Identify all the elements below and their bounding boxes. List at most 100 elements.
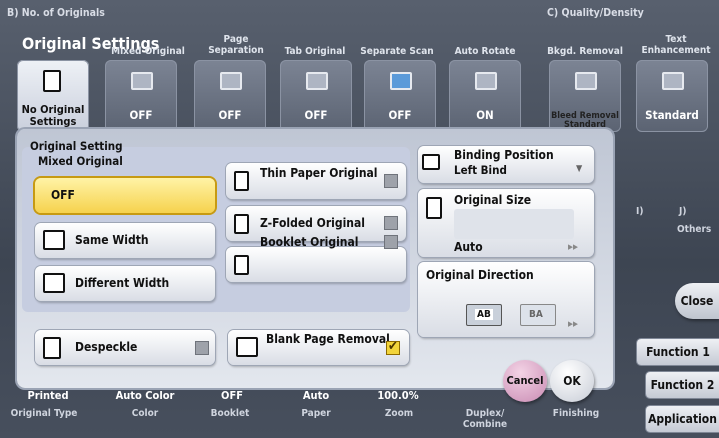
- text-enhancement-button[interactable]: Standard: [636, 60, 708, 132]
- text-enhancement-value: Standard: [645, 108, 699, 122]
- original-type-value: Printed: [27, 389, 69, 402]
- tab-original-header: Tab Original: [284, 46, 346, 57]
- auto-rotate-icon: [475, 72, 497, 90]
- booklet-original-button[interactable]: Booklet Original: [226, 235, 406, 282]
- blank-page-removal-checkbox[interactable]: ✔: [386, 339, 400, 355]
- bkgd-removal-header: Bkgd. Removal: [547, 46, 623, 57]
- mixed-off-button[interactable]: OFF: [35, 178, 215, 213]
- zoom-label: Zoom: [384, 408, 414, 419]
- document-icon: [43, 70, 61, 92]
- original-size-icon: [426, 197, 442, 219]
- original-size-value: Auto: [454, 240, 483, 254]
- no-original-settings-button[interactable]: No Original Settings: [17, 60, 89, 132]
- color-value: Auto Color: [115, 389, 175, 402]
- text-enhancement-icon: [662, 72, 684, 90]
- color-label: Color: [131, 408, 159, 419]
- auto-rotate-button[interactable]: ON: [449, 60, 521, 132]
- original-size-button[interactable]: Original Size Auto ▸▸: [418, 189, 594, 257]
- binding-position-label: Binding Position: [454, 148, 554, 162]
- no-original-settings-label: No Original Settings: [21, 103, 85, 128]
- tab-page-icon: [306, 72, 328, 90]
- separate-scan-header: Separate Scan: [360, 46, 434, 57]
- function1-tab[interactable]: Function 1: [637, 339, 719, 365]
- separate-scan-icon: [390, 72, 412, 90]
- binding-position-button[interactable]: Binding Position Left Bind ▼: [418, 146, 594, 183]
- booklet-original-label: Booklet Original: [260, 235, 359, 249]
- auto-rotate-value: ON: [476, 108, 494, 122]
- z-folded-label: Z-Folded Original: [260, 216, 365, 230]
- despeckle-checkbox[interactable]: [195, 341, 209, 355]
- zoom-value: 100.0%: [377, 389, 419, 402]
- others-label: Others: [677, 224, 712, 235]
- bkgd-removal-button[interactable]: Bleed Removal Standard: [549, 60, 621, 132]
- duplex-combine-label: Duplex/ Combine: [462, 408, 508, 430]
- blank-page-removal-label: Blank Page Removal: [266, 332, 390, 346]
- mixed-original-label: Mixed Original: [38, 154, 123, 168]
- section-c-header: C) Quality/Density: [547, 7, 644, 19]
- ok-button[interactable]: OK: [550, 360, 594, 402]
- thin-paper-checkbox[interactable]: [384, 174, 398, 188]
- paper-label: Paper: [301, 408, 331, 419]
- different-width-button[interactable]: Different Width: [35, 266, 215, 301]
- page-separation-icon: [220, 72, 242, 90]
- different-width-icon: [43, 273, 65, 293]
- mixed-original-top-button[interactable]: OFF: [105, 60, 177, 132]
- mixed-original-value: OFF: [129, 108, 153, 122]
- auto-rotate-header: Auto Rotate: [454, 46, 516, 57]
- function2-tab[interactable]: Function 2: [646, 372, 719, 398]
- i-label: I): [636, 206, 644, 217]
- check-mark-icon: ✔: [388, 339, 398, 354]
- same-width-button[interactable]: Same Width: [35, 223, 215, 258]
- direction-ba-icon: BA: [520, 304, 556, 326]
- page-separation-button[interactable]: OFF: [194, 60, 266, 132]
- binding-icon: [422, 154, 440, 170]
- close-button[interactable]: Close: [675, 283, 719, 319]
- binding-position-value: Left Bind: [454, 163, 507, 177]
- z-folded-icon: [234, 214, 249, 234]
- despeckle-label: Despeckle: [75, 340, 138, 354]
- same-width-label: Same Width: [75, 233, 149, 247]
- section-b-header: B) No. of Originals: [7, 7, 105, 19]
- booklet-checkbox[interactable]: [384, 235, 398, 249]
- bkgd-removal-value: Bleed Removal Standard: [551, 111, 619, 130]
- original-size-preview: [454, 209, 574, 239]
- despeckle-button[interactable]: Despeckle: [35, 330, 215, 365]
- z-folded-checkbox[interactable]: [384, 216, 398, 230]
- despeckle-icon: [43, 337, 61, 359]
- book-icon: [131, 72, 153, 90]
- same-width-icon: [43, 230, 65, 250]
- text-enhancement-header: Text Enhancement: [641, 34, 711, 56]
- double-arrow-icon: ▸▸: [568, 240, 578, 253]
- original-direction-label: Original Direction: [426, 268, 534, 282]
- separate-scan-button[interactable]: OFF: [364, 60, 436, 132]
- page-separation-header: Page Separation: [208, 34, 264, 56]
- dropdown-arrow-icon: ▼: [576, 164, 583, 174]
- tab-original-value: OFF: [304, 108, 328, 122]
- j-label: J): [679, 206, 687, 217]
- booklet-icon: [234, 255, 249, 275]
- thin-paper-button[interactable]: Thin Paper Original: [226, 163, 406, 199]
- separate-scan-value: OFF: [388, 108, 412, 122]
- application-tab[interactable]: Application: [646, 406, 719, 432]
- thin-paper-label: Thin Paper Original: [260, 166, 378, 180]
- page-separation-value: OFF: [218, 108, 242, 122]
- original-direction-button[interactable]: Original Direction AB BA ▸▸: [418, 262, 594, 337]
- original-type-label: Original Type: [10, 408, 78, 419]
- direction-ab-text: AB: [475, 309, 493, 320]
- blank-page-removal-button[interactable]: Blank Page Removal ✔: [228, 330, 409, 365]
- original-size-label: Original Size: [454, 193, 532, 207]
- direction-ba-text: BA: [529, 309, 543, 320]
- bkgd-removal-icon: [575, 72, 597, 90]
- cancel-button[interactable]: Cancel: [503, 360, 547, 402]
- mixed-off-label: OFF: [51, 188, 75, 202]
- booklet-value: OFF: [221, 389, 243, 402]
- direction-ab-icon: AB: [466, 304, 502, 326]
- blank-page-icon: [236, 337, 258, 357]
- double-arrow-icon: ▸▸: [568, 317, 578, 330]
- different-width-label: Different Width: [75, 276, 170, 290]
- paper-value: Auto: [302, 389, 330, 402]
- thin-paper-icon: [234, 171, 249, 191]
- original-setting-label: Original Setting: [30, 139, 123, 153]
- tab-original-button[interactable]: OFF: [280, 60, 352, 132]
- finishing-label: Finishing: [552, 408, 600, 419]
